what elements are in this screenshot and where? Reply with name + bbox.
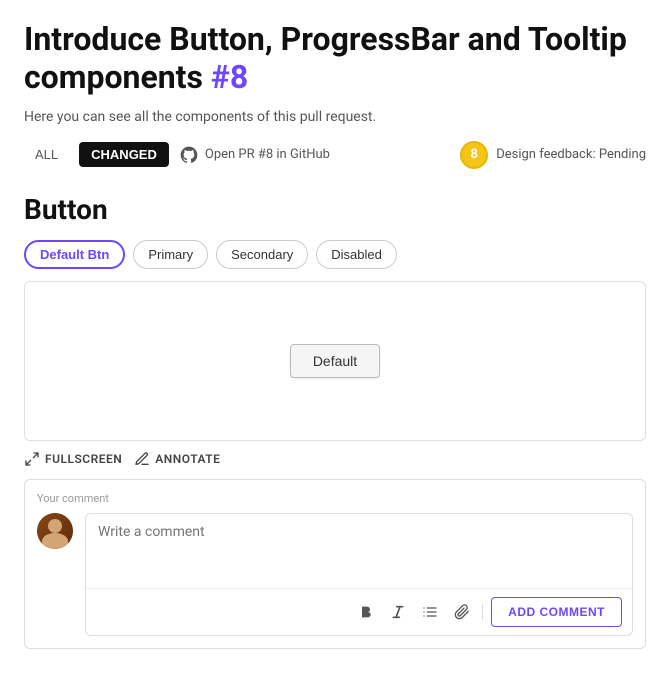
- pr-number: #8: [211, 58, 248, 96]
- variant-tab-primary[interactable]: Primary: [133, 240, 208, 269]
- attach-button[interactable]: [450, 602, 474, 622]
- list-button[interactable]: [418, 602, 442, 622]
- title-text: Introduce Button, ProgressBar and Toolti…: [24, 20, 627, 96]
- preview-default-button[interactable]: Default: [290, 344, 380, 378]
- tab-all[interactable]: ALL: [24, 141, 69, 168]
- comment-input-wrap: ADD COMMENT: [85, 513, 633, 636]
- github-link-text: Open PR #8 in GitHub: [205, 147, 330, 162]
- annotate-icon: [134, 451, 150, 467]
- italic-button[interactable]: [386, 602, 410, 622]
- annotate-label: ANNOTATE: [155, 452, 220, 466]
- fullscreen-label: FULLSCREEN: [45, 452, 122, 466]
- annotate-tool[interactable]: ANNOTATE: [134, 451, 220, 467]
- design-feedback-label: Design feedback: Pending: [496, 147, 646, 162]
- comment-row: ADD COMMENT: [37, 513, 633, 636]
- user-avatar: [37, 513, 73, 549]
- comment-actions: ADD COMMENT: [86, 588, 632, 635]
- variant-tab-disabled[interactable]: Disabled: [316, 240, 397, 269]
- fullscreen-tool[interactable]: FULLSCREEN: [24, 451, 122, 467]
- bold-icon: [358, 604, 374, 620]
- variant-tab-default[interactable]: Default Btn: [24, 240, 125, 269]
- design-feedback: 8 Design feedback: Pending: [460, 141, 646, 169]
- variant-tab-secondary[interactable]: Secondary: [216, 240, 308, 269]
- comment-textarea[interactable]: [86, 514, 632, 584]
- list-icon: [422, 604, 438, 620]
- tab-changed[interactable]: CHANGED: [79, 142, 169, 167]
- bold-button[interactable]: [354, 602, 378, 622]
- add-comment-button[interactable]: ADD COMMENT: [491, 597, 622, 627]
- comment-section: Your comment: [24, 479, 646, 649]
- comment-label: Your comment: [37, 492, 633, 505]
- feedback-avatar: 8: [460, 141, 488, 169]
- variant-tabs: Default Btn Primary Secondary Disabled: [24, 240, 646, 269]
- attach-icon: [454, 604, 470, 620]
- page-subtitle: Here you can see all the components of t…: [24, 109, 646, 125]
- component-preview: Default: [24, 281, 646, 441]
- fullscreen-icon: [24, 451, 40, 467]
- github-link[interactable]: Open PR #8 in GitHub: [179, 145, 330, 165]
- filter-toolbar: ALL CHANGED Open PR #8 in GitHub 8 Desig…: [24, 141, 646, 169]
- preview-toolbar: FULLSCREEN ANNOTATE: [24, 441, 646, 479]
- action-divider: [482, 604, 483, 620]
- section-title-button: Button: [24, 193, 646, 226]
- page-title: Introduce Button, ProgressBar and Toolti…: [24, 20, 646, 97]
- avatar-image: [37, 513, 73, 549]
- italic-icon: [390, 604, 406, 620]
- github-icon: [179, 145, 199, 165]
